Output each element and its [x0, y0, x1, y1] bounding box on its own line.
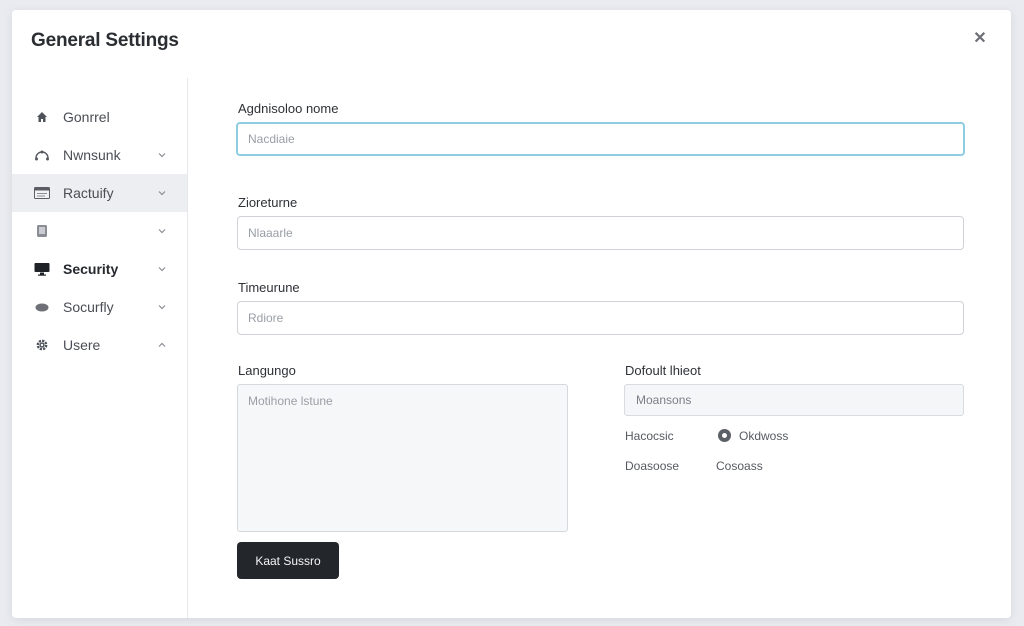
- window-icon: [34, 185, 50, 201]
- monitor-icon: [34, 261, 50, 277]
- sidebar-item-network[interactable]: Nwnsunk: [12, 136, 187, 174]
- sidebar: Gonrrel Nwnsunk Ractuify Security Socurf…: [12, 78, 188, 618]
- save-button[interactable]: Kaat Sussro: [237, 542, 339, 579]
- option-1[interactable]: Hacocsic: [625, 429, 674, 443]
- sidebar-item-label: Nwnsunk: [63, 147, 121, 163]
- sidebar-item-security[interactable]: Security: [12, 250, 187, 288]
- radio-selected-icon[interactable]: [718, 429, 731, 442]
- dialog-title: General Settings: [31, 30, 179, 51]
- sidebar-item-label: Usere: [63, 337, 101, 353]
- language-label: Langungo: [238, 363, 296, 378]
- close-icon: ✕: [973, 30, 987, 47]
- sidebar-item-label: Security: [63, 261, 119, 277]
- settings-dialog: General Settings ✕ Gonrrel Nwnsunk Ractu…: [12, 10, 1011, 618]
- default-list-value: Moansons: [636, 393, 692, 407]
- network-icon: [34, 147, 50, 163]
- sidebar-item-label: Socurfly: [63, 299, 114, 315]
- option-4[interactable]: Cosoass: [716, 459, 763, 473]
- chevron-down-icon: [157, 228, 167, 234]
- chevron-down-icon: [157, 152, 167, 158]
- gear-icon: [34, 337, 50, 353]
- close-button[interactable]: ✕: [971, 30, 989, 48]
- sidebar-item-device[interactable]: [12, 212, 187, 250]
- timezone-label: Timeurune: [238, 280, 300, 295]
- sidebar-item-label: Gonrrel: [63, 109, 110, 125]
- chevron-down-icon: [157, 190, 167, 196]
- sidebar-item-security-2[interactable]: Socurfly: [12, 288, 187, 326]
- zone-name-label: Zioreturne: [238, 195, 298, 210]
- sidebar-item-label: Ractuify: [63, 185, 114, 201]
- default-list-label: Dofoult lhieot: [625, 363, 701, 378]
- device-icon: [34, 223, 50, 239]
- app-name-label: Agdnisoloo nome: [238, 101, 339, 116]
- sidebar-item-general[interactable]: Gonrrel: [12, 98, 187, 136]
- language-textarea[interactable]: [237, 384, 568, 532]
- chevron-up-icon: [157, 342, 167, 348]
- timezone-input[interactable]: [237, 301, 964, 335]
- option-2[interactable]: Okdwoss: [739, 429, 788, 443]
- default-list-select[interactable]: Moansons: [624, 384, 964, 416]
- chevron-down-icon: [157, 304, 167, 310]
- zone-name-input[interactable]: [237, 216, 964, 250]
- home-icon: [34, 109, 50, 125]
- option-3[interactable]: Doasoose: [625, 459, 679, 473]
- sidebar-item-users[interactable]: Usere: [12, 326, 187, 364]
- app-name-input[interactable]: [236, 122, 965, 156]
- cloud-icon: [34, 299, 50, 315]
- chevron-down-icon: [157, 266, 167, 272]
- sidebar-item-activity[interactable]: Ractuify: [12, 174, 187, 212]
